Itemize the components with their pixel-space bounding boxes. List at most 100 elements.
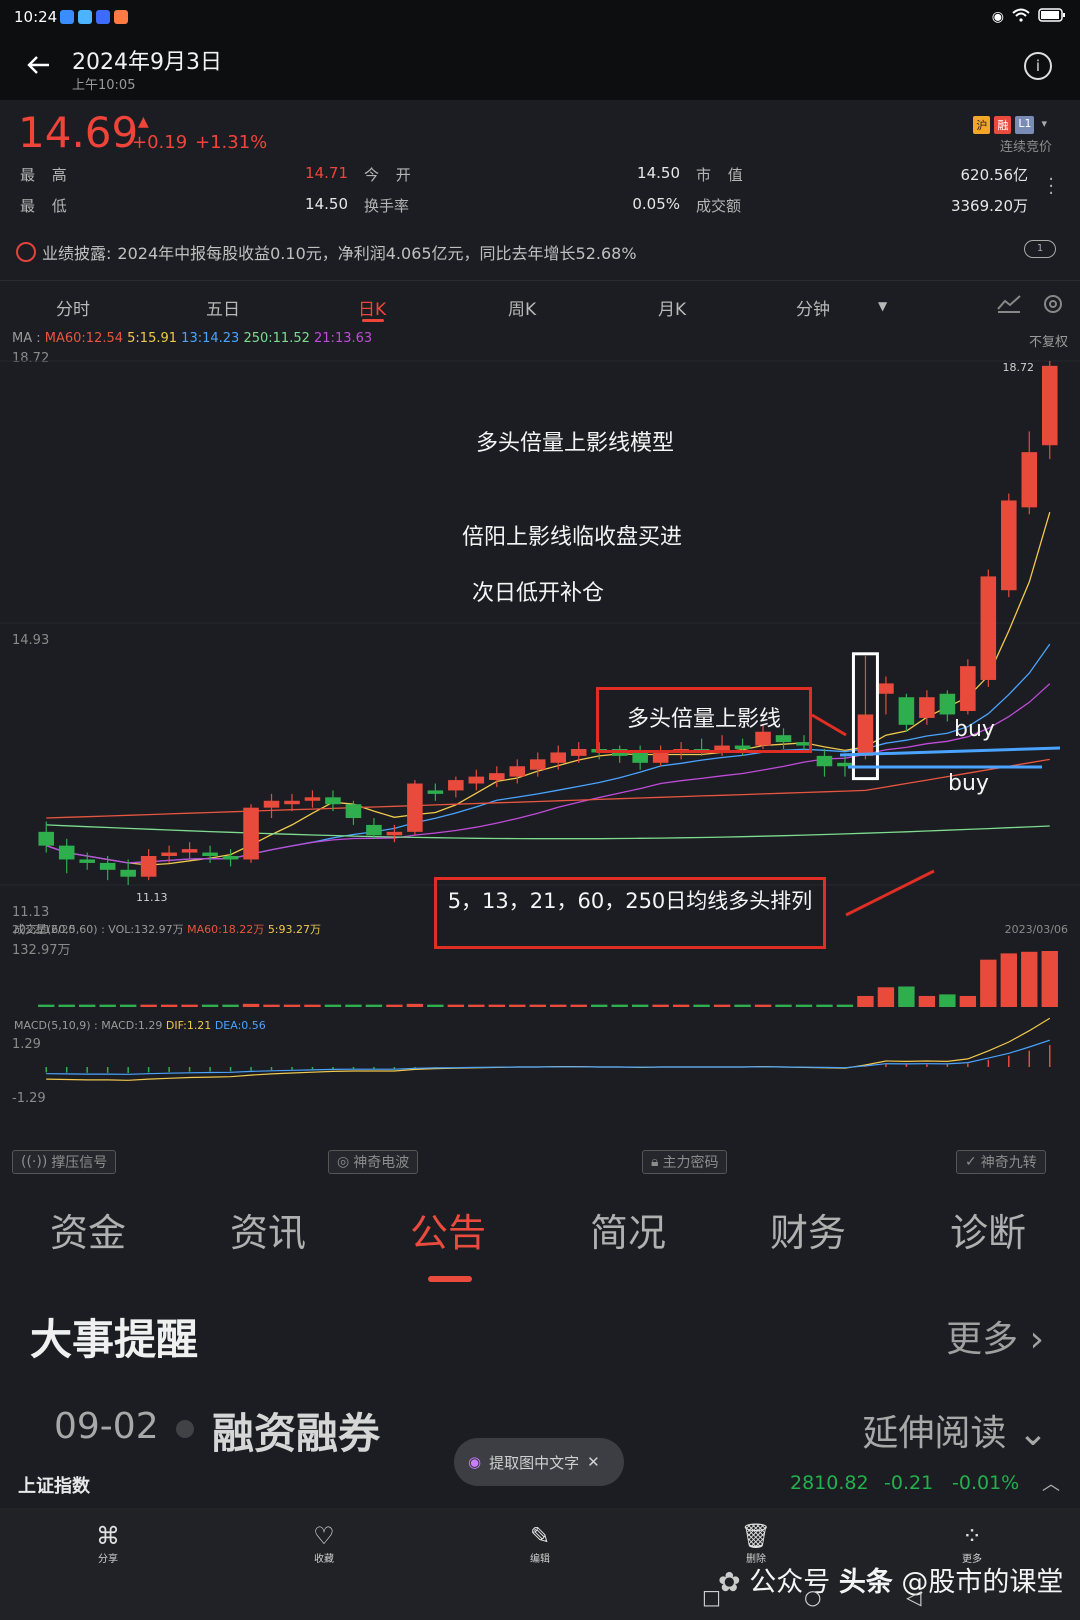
volume-bar [447, 1004, 465, 1007]
tab-overview[interactable]: 简况 [590, 1202, 666, 1257]
tag-support-resistance[interactable]: ((·)) 撑压信号 [12, 1150, 117, 1174]
index-value: 2810.82 [790, 1472, 869, 1494]
volume-bar [160, 1004, 178, 1007]
minute-dropdown-icon[interactable]: ▼ [878, 299, 887, 313]
more-button[interactable]: ⁘ 更多 [942, 1522, 1002, 1565]
volume-bar [754, 1004, 772, 1007]
volume-bar [713, 1004, 731, 1007]
nav-back-icon[interactable]: ◁ [906, 1585, 921, 1609]
chevron-up-icon[interactable]: ︿ [1042, 1470, 1060, 1496]
more-label: 更多 [946, 1319, 1019, 1360]
tab-intraday[interactable]: 分时 [56, 295, 90, 320]
candle-body [407, 783, 423, 832]
edit-icon: ✎ [529, 1522, 551, 1550]
volume-bar [119, 1004, 137, 1007]
volume-bar [529, 1004, 546, 1007]
turnover-value: 0.05% [632, 195, 680, 213]
event-name[interactable]: 融资融券 [212, 1400, 380, 1461]
volume-bar [304, 1004, 321, 1007]
volume-bar [345, 1004, 362, 1007]
ma250-line [46, 824, 1050, 840]
annotation-buy-2: buy [948, 771, 989, 796]
app-notification-icon [78, 10, 92, 24]
chart-period-tabs: 分时 五日 日K 周K 月K 分钟 ▼ [0, 280, 1080, 329]
macd-dea-line [46, 1039, 1050, 1075]
volume-bar [980, 959, 997, 1007]
app-notification-icon [60, 10, 74, 24]
index-ticker[interactable]: 上证指数 2810.82 -0.21 -0.01% ︿ [0, 1462, 1080, 1506]
volume-bar [468, 1004, 485, 1007]
candle-body [919, 697, 935, 718]
index-change-pct: -0.01% [952, 1472, 1020, 1494]
eye-icon: ◉ [991, 9, 1004, 25]
macd-dea: DEA:0.56 [214, 1019, 266, 1032]
volume-bar [509, 1004, 526, 1007]
tab-news[interactable]: 资讯 [230, 1202, 306, 1257]
lock-icon: 🔒︎ [651, 1154, 659, 1170]
nav-square-icon[interactable]: □ [702, 1585, 721, 1609]
volume-bar [222, 1004, 239, 1007]
check-icon: ✓ [965, 1154, 977, 1170]
high-value: 14.71 [305, 164, 348, 182]
tab-monthly-k[interactable]: 月K [658, 295, 686, 320]
volume-bar [611, 1004, 628, 1007]
volume-bar [99, 1004, 116, 1007]
favorite-button[interactable]: ♡ 收藏 [294, 1522, 354, 1565]
open-label: 今 开 [364, 166, 417, 184]
volume-bar [324, 1004, 342, 1007]
kline-chart-area[interactable]: MA : MA60:12.54 5:15.91 13:14.23 250:11.… [0, 325, 1080, 1155]
delete-button[interactable]: 🗑︎ 删除 [726, 1522, 786, 1565]
tag-label: 主力密码 [662, 1155, 719, 1171]
candle-body [448, 780, 464, 791]
candle-body [304, 797, 321, 801]
candle-body [980, 576, 997, 680]
events-more-link[interactable]: 更多 › [946, 1310, 1044, 1362]
timeline-dot [176, 1420, 194, 1438]
volume-bar [795, 1004, 813, 1007]
page-title: 2024年9月3日 [72, 50, 222, 75]
indicator-settings-icon[interactable] [996, 293, 1022, 317]
candle-body [816, 755, 833, 767]
volume-bar [939, 994, 956, 1007]
system-icons: ◉ [992, 8, 1066, 26]
tag-magic-wave[interactable]: ◎ 神奇电波 [328, 1150, 419, 1174]
volume-ma60: MA60:18.22万 [187, 923, 265, 936]
share-button[interactable]: ⌘ 分享 [78, 1522, 138, 1565]
market-badges[interactable]: 沪 融 L1 ▾ [973, 116, 1050, 134]
tag-main-force[interactable]: 🔒︎ 主力密码 [642, 1150, 728, 1174]
volume-bar [79, 1004, 96, 1007]
tab-announcements[interactable]: 公告 [410, 1202, 486, 1257]
volume-bar [877, 987, 895, 1007]
tab-minute[interactable]: 分钟 [796, 295, 830, 320]
price-change-pct: +1.31% [195, 132, 268, 153]
more-vertical-icon[interactable]: · · · [1048, 171, 1054, 203]
disclosure-label: 业绩披露: [42, 244, 112, 263]
earnings-disclosure[interactable]: 业绩披露: 2024年中报每股收益0.10元，净利润4.065亿元，同比去年增长… [16, 240, 637, 264]
tab-funds[interactable]: 资金 [50, 1202, 126, 1257]
volume-bar [775, 1004, 792, 1007]
annotation-title: 多头倍量上影线模型 [476, 431, 675, 456]
tab-weekly-k[interactable]: 周K [508, 295, 536, 320]
tab-daily-k[interactable]: 日K [358, 295, 386, 320]
candle-body [960, 666, 976, 712]
volume-max: 132.97万 [12, 943, 71, 958]
edit-button[interactable]: ✎ 编辑 [510, 1522, 570, 1565]
tab-five-day[interactable]: 五日 [206, 295, 240, 320]
candle-body [222, 856, 239, 860]
info-button[interactable]: i [1024, 52, 1052, 80]
low-value: 14.50 [305, 195, 348, 213]
gear-icon[interactable] [1042, 293, 1064, 319]
nav-circle-icon[interactable]: ○ [804, 1585, 821, 1609]
active-tab-indicator [362, 319, 384, 322]
ma5-line [45, 512, 1051, 866]
read-more-link[interactable]: 延伸阅读 ⌄ [862, 1404, 1048, 1456]
high-label: 最 高 [20, 166, 73, 184]
wechat-icon: ✿ [718, 1567, 741, 1598]
more-dots-icon: ⁘ [961, 1522, 983, 1550]
tag-magic-nine[interactable]: ✓ 神奇九转 [956, 1150, 1046, 1174]
tab-diagnosis[interactable]: 诊断 [950, 1202, 1026, 1257]
amount-label: 成交额 [696, 197, 742, 215]
tab-financials[interactable]: 财务 [770, 1202, 846, 1257]
index-change: -0.21 [884, 1472, 934, 1494]
back-button[interactable] [24, 50, 56, 82]
